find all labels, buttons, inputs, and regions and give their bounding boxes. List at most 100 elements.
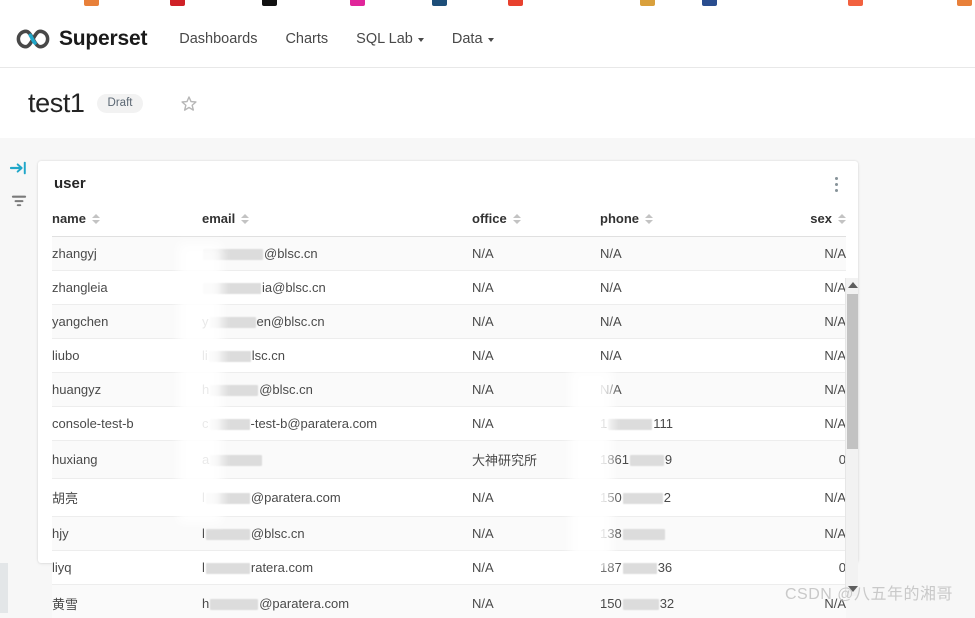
- redacted-text: [205, 563, 250, 575]
- column-header-email-label: email: [202, 211, 236, 226]
- kebab-dot: [835, 189, 838, 192]
- nav-item-sql-lab-label: SQL Lab: [356, 30, 413, 47]
- cell-sex: N/A: [770, 372, 846, 407]
- csdn-watermark: CSDN @八五年的湘哥: [784, 586, 953, 603]
- table-row[interactable]: liubo li lsc.cn N/A N/A N/A: [52, 338, 846, 373]
- user-table: name email office phone sex zhangyj @bls…: [52, 205, 846, 618]
- redacted-text: [210, 455, 263, 467]
- column-header-sex-label: sex: [810, 211, 832, 226]
- cell-name: liubo: [52, 338, 202, 373]
- bookmark-icon-4[interactable]: [350, 0, 365, 6]
- brand-name: Superset: [59, 26, 148, 50]
- sort-icon: [645, 213, 653, 224]
- table-row[interactable]: zhangyj @blsc.cn N/A N/A N/A: [52, 236, 846, 271]
- cell-email: h @blsc.cn: [202, 372, 472, 407]
- bookmark-icon-1[interactable]: [84, 0, 99, 6]
- cell-phone: 138: [600, 516, 770, 551]
- cell-sex: N/A: [770, 304, 846, 339]
- table-row[interactable]: 胡亮 l @paratera.com N/A 150 2 N/A: [52, 478, 846, 517]
- browser-viewport: Superset Dashboards Charts SQL Lab Data …: [0, 0, 975, 618]
- cell-phone: N/A: [600, 270, 770, 305]
- sort-icon: [91, 213, 100, 224]
- chart-title: user: [54, 174, 86, 192]
- cell-name: hjy: [52, 516, 202, 551]
- column-header-phone[interactable]: phone: [600, 205, 770, 237]
- column-header-name[interactable]: name: [52, 205, 202, 237]
- cell-name: liyq: [52, 550, 202, 585]
- cell-sex: N/A: [770, 406, 846, 441]
- cell-sex: N/A: [770, 338, 846, 373]
- superset-navbar: Superset Dashboards Charts SQL Lab Data: [0, 10, 975, 68]
- redacted-text: [203, 249, 263, 261]
- redacted-text: [622, 493, 663, 505]
- more-vertical-icon[interactable]: [835, 177, 838, 192]
- table-head: name email office phone sex: [52, 205, 846, 237]
- table-row[interactable]: hjy l @blsc.cn N/A 138 N/A: [52, 516, 846, 551]
- table-row[interactable]: 黄雪 h @paratera.com N/A 150 32 N/A: [52, 584, 846, 618]
- cell-email: y en@blsc.cn: [202, 304, 472, 339]
- table-container: name email office phone sex zhangyj @bls…: [38, 205, 858, 618]
- bookmark-icon-6[interactable]: [508, 0, 523, 6]
- scroll-up-arrow-icon[interactable]: [848, 282, 858, 288]
- filter-bar-collapsed: [0, 138, 38, 618]
- table-row[interactable]: huangyz h @blsc.cn N/A N/A N/A: [52, 372, 846, 407]
- bookmark-icon-2[interactable]: [170, 0, 185, 6]
- redacted-text: [608, 419, 653, 431]
- table-vertical-scrollbar[interactable]: [845, 278, 858, 596]
- table-row[interactable]: yangchen y en@blsc.cn N/A N/A N/A: [52, 304, 846, 339]
- star-outline-icon[interactable]: [179, 94, 199, 114]
- redacted-text: [208, 351, 251, 363]
- bookmark-icon-5[interactable]: [432, 0, 447, 6]
- table-row[interactable]: zhangleia ia@blsc.cn N/A N/A N/A: [52, 270, 846, 305]
- cell-email: ia@blsc.cn: [202, 270, 472, 305]
- bookmark-icon-3[interactable]: [262, 0, 277, 6]
- browser-bookmarks-bar[interactable]: [0, 0, 975, 9]
- sort-icon: [512, 213, 521, 224]
- nav-item-charts-label: Charts: [285, 30, 329, 47]
- nav-item-charts[interactable]: Charts: [285, 31, 328, 47]
- cell-phone: 187 36: [600, 550, 770, 585]
- cell-sex: N/A: [770, 236, 846, 271]
- cell-office: N/A: [472, 236, 600, 271]
- cell-phone: 150 32: [600, 584, 770, 618]
- cell-email: @blsc.cn: [202, 236, 472, 271]
- filter-icon[interactable]: [10, 193, 28, 209]
- bookmark-icon-8[interactable]: [702, 0, 717, 6]
- cell-phone: 1861 9: [600, 440, 770, 479]
- cell-email: h @paratera.com: [202, 584, 472, 618]
- cell-name: huangyz: [52, 372, 202, 407]
- status-badge: Draft: [96, 93, 144, 114]
- kebab-dot: [835, 183, 838, 186]
- nav-item-sql-lab[interactable]: SQL Lab: [356, 31, 424, 47]
- column-header-email[interactable]: email: [202, 205, 472, 237]
- column-header-office[interactable]: office: [472, 205, 600, 237]
- nav-item-dashboards[interactable]: Dashboards: [179, 31, 257, 47]
- page-title[interactable]: test1: [28, 88, 85, 119]
- expand-panel-icon[interactable]: [9, 160, 28, 176]
- scrollbar-thumb[interactable]: [847, 294, 858, 449]
- chart-card-user: user name email office phone sex zhangyj…: [38, 161, 858, 618]
- superset-logo-link[interactable]: Superset: [16, 27, 147, 51]
- chart-card-header: user: [38, 161, 858, 205]
- cell-phone: 150 2: [600, 478, 770, 517]
- table-row[interactable]: console-test-b c -test-b@paratera.com N/A 1 1…: [52, 406, 846, 441]
- redacted-text: [203, 283, 261, 295]
- table-row[interactable]: huxiang a 大神研究所 1861 9 0: [52, 440, 846, 479]
- column-header-sex[interactable]: sex: [770, 205, 846, 237]
- bookmark-icon-7[interactable]: [640, 0, 655, 6]
- page-scrollbar-thumb[interactable]: [0, 563, 8, 613]
- cell-email: c -test-b@paratera.com: [202, 406, 472, 441]
- cell-name: 黄雪: [52, 584, 202, 618]
- nav-item-data[interactable]: Data: [452, 31, 494, 47]
- table-row[interactable]: liyq l ratera.com N/A 187 36 0: [52, 550, 846, 585]
- column-header-office-label: office: [472, 211, 507, 226]
- cell-phone: N/A: [600, 236, 770, 271]
- bookmark-icon-10[interactable]: [957, 0, 972, 6]
- cell-office: N/A: [472, 584, 600, 618]
- cell-email: l @paratera.com: [202, 478, 472, 517]
- cell-sex: 0: [770, 440, 846, 479]
- redacted-text: [205, 493, 250, 505]
- bookmark-icon-9[interactable]: [848, 0, 863, 6]
- cell-office: N/A: [472, 478, 600, 517]
- redacted-text: [622, 599, 659, 611]
